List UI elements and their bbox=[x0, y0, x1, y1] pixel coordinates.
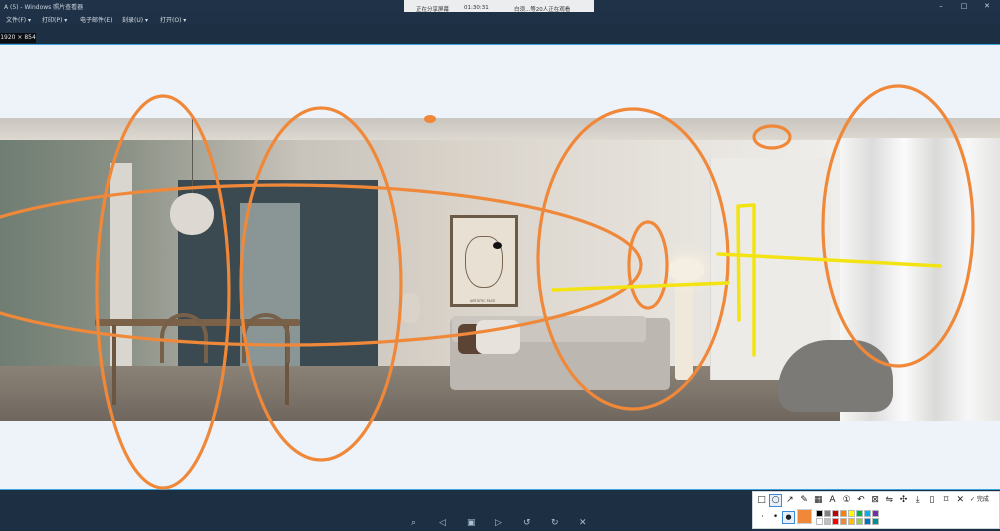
annotation-toolbar: □ ○ ↗ ✎ ▦ A ① ↶ ⊠ ⇋ ✣ ⤓ ▯ ⌑ ✕ · • ● bbox=[752, 491, 1000, 529]
number-tool-icon[interactable]: ① bbox=[841, 495, 852, 506]
zoom-icon[interactable]: ⌕ bbox=[411, 518, 416, 528]
capture-dimensions: 1920 × 854 bbox=[0, 33, 36, 43]
rotate-left-icon[interactable]: ↺ bbox=[523, 518, 531, 528]
photo-ceiling bbox=[0, 118, 1000, 140]
maximize-button[interactable]: □ bbox=[955, 0, 973, 12]
selected-color-swatch[interactable] bbox=[797, 509, 812, 524]
pendant-cord bbox=[192, 118, 193, 194]
menu-email[interactable]: 电子邮件(E) bbox=[80, 15, 112, 24]
close-tool-icon[interactable]: ✕ bbox=[955, 495, 966, 506]
color-swatch[interactable] bbox=[864, 518, 871, 525]
color-swatch[interactable] bbox=[848, 518, 855, 525]
done-button[interactable]: ✓ 完成 bbox=[970, 494, 989, 503]
dining-chair bbox=[160, 313, 208, 363]
eyedropper-tool-icon[interactable]: ✣ bbox=[898, 495, 909, 506]
color-swatch[interactable] bbox=[832, 518, 839, 525]
artwork-dot bbox=[493, 242, 502, 249]
artwork-caption: ARTISTIC FACE bbox=[470, 299, 496, 303]
color-swatch[interactable] bbox=[816, 518, 823, 525]
color-swatch[interactable] bbox=[864, 510, 871, 517]
color-swatch[interactable] bbox=[856, 518, 863, 525]
brush-size-small[interactable]: · bbox=[757, 512, 768, 523]
color-swatch[interactable] bbox=[856, 510, 863, 517]
arrow-tool-icon[interactable]: ↗ bbox=[784, 495, 795, 506]
translate-tool-icon[interactable]: ⇋ bbox=[884, 495, 895, 506]
color-swatch[interactable] bbox=[840, 518, 847, 525]
capture-border-top bbox=[0, 44, 1000, 45]
mosaic-tool-icon[interactable]: ▦ bbox=[813, 495, 824, 506]
previous-icon[interactable]: ◁ bbox=[439, 518, 446, 528]
color-swatch[interactable] bbox=[840, 510, 847, 517]
rectangle-tool-icon[interactable]: □ bbox=[756, 495, 767, 506]
close-button[interactable]: ✕ bbox=[978, 0, 996, 12]
color-swatch[interactable] bbox=[848, 510, 855, 517]
sofa-cushion bbox=[476, 320, 520, 354]
slideshow-icon[interactable]: ▣ bbox=[467, 518, 476, 528]
menu-open[interactable]: 打开(O) ▾ bbox=[160, 15, 186, 24]
pendant-lamp bbox=[170, 193, 214, 235]
color-swatch[interactable] bbox=[832, 510, 839, 517]
armchair bbox=[778, 340, 893, 412]
dining-chair bbox=[242, 313, 290, 363]
color-swatch[interactable] bbox=[872, 518, 879, 525]
download-tool-icon[interactable]: ⤓ bbox=[912, 495, 923, 506]
interior-photo: ARTISTIC FACE bbox=[0, 118, 1000, 421]
viewer-controls: ⌕ ◁ ▣ ▷ ↺ ↻ ✕ bbox=[395, 518, 605, 531]
minimize-button[interactable]: – bbox=[932, 0, 950, 12]
rotate-right-icon[interactable]: ↻ bbox=[551, 518, 559, 528]
bookmark-tool-icon[interactable]: ⌑ bbox=[941, 495, 952, 506]
color-swatch[interactable] bbox=[816, 510, 823, 517]
brush-size-medium[interactable]: • bbox=[770, 512, 781, 523]
menu-file[interactable]: 文件(F) ▾ bbox=[6, 15, 31, 24]
table-leg bbox=[112, 325, 116, 405]
undo-tool-icon[interactable]: ↶ bbox=[855, 495, 866, 506]
menu-print[interactable]: 打印(P) ▾ bbox=[42, 15, 67, 24]
pen-tool-icon[interactable]: ✎ bbox=[799, 495, 810, 506]
delete-icon[interactable]: ✕ bbox=[579, 518, 587, 528]
phone-tool-icon[interactable]: ▯ bbox=[926, 495, 937, 506]
menu-bar: 文件(F) ▾ 打印(P) ▾ 电子邮件(E) 刻录(U) ▾ 打开(O) ▾ bbox=[0, 12, 1000, 25]
brush-size-large[interactable]: ● bbox=[782, 511, 795, 524]
floor-lamp-stem bbox=[675, 278, 693, 380]
pin-tool-icon[interactable]: ⊠ bbox=[870, 495, 881, 506]
next-icon[interactable]: ▷ bbox=[495, 518, 502, 528]
color-swatch[interactable] bbox=[872, 510, 879, 517]
capture-border-bottom bbox=[0, 489, 1000, 490]
color-swatch[interactable] bbox=[824, 510, 831, 517]
floor-lamp bbox=[668, 258, 704, 280]
text-tool-icon[interactable]: A bbox=[827, 495, 838, 506]
ellipse-tool-icon[interactable]: ○ bbox=[769, 494, 783, 507]
wall-artwork bbox=[450, 215, 518, 307]
share-timer: 01:30:31 bbox=[464, 5, 489, 11]
menu-burn[interactable]: 刻录(U) ▾ bbox=[122, 15, 148, 24]
vase-plant bbox=[400, 293, 420, 323]
color-swatch[interactable] bbox=[824, 518, 831, 525]
window-title: A (5) - Windows 照片查看器 bbox=[4, 4, 84, 11]
